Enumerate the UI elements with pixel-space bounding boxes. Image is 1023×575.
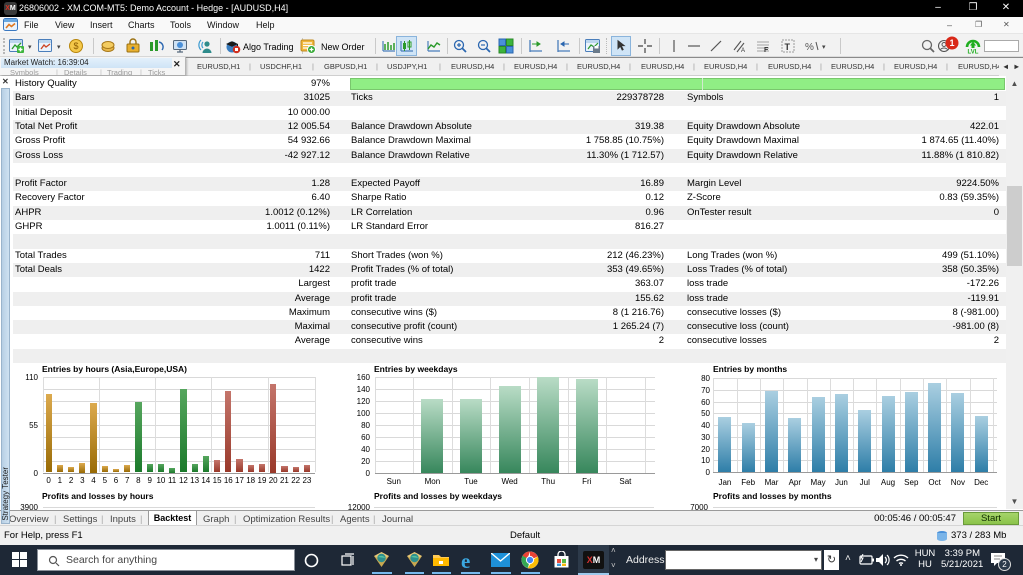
svg-text:LVL: LVL [968, 50, 979, 55]
svg-text:F: F [764, 47, 769, 54]
svg-text:T: T [785, 42, 791, 52]
svg-text:A: A [741, 48, 745, 54]
svg-text:$: $ [73, 41, 78, 51]
svg-text:%: % [805, 42, 814, 53]
svg-text:1: 1 [949, 38, 954, 48]
